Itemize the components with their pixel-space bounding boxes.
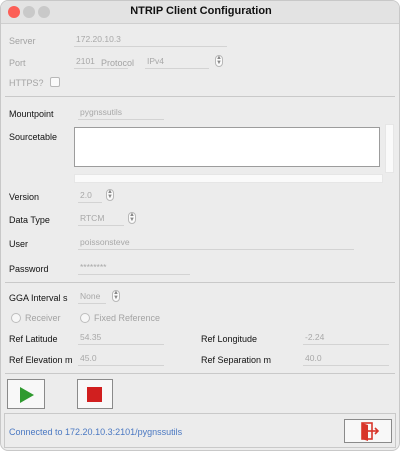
datatype-select[interactable]: RTCM: [78, 212, 124, 226]
separator: [5, 373, 395, 374]
gga-interval-label: GGA Interval s: [9, 293, 68, 303]
receiver-radio[interactable]: [11, 313, 21, 323]
ref-separation-label: Ref Separation m: [201, 355, 272, 365]
ref-separation-input[interactable]: 40.0: [303, 352, 389, 366]
user-input[interactable]: poissonsteve: [78, 236, 354, 250]
fixed-reference-radio-label: Fixed Reference: [94, 313, 161, 323]
ref-elevation-label: Ref Elevation m: [9, 355, 73, 365]
connect-button[interactable]: [7, 379, 45, 409]
gga-interval-select[interactable]: None: [78, 290, 106, 304]
password-label: Password: [9, 264, 49, 274]
ref-latitude-label: Ref Latitude: [9, 334, 58, 344]
datatype-spinner[interactable]: ▲ ▼: [128, 212, 136, 224]
gga-interval-spinner[interactable]: ▲ ▼: [112, 290, 120, 302]
sourcetable-label: Sourcetable: [9, 132, 58, 142]
mountpoint-input[interactable]: pygnssutils: [78, 106, 164, 120]
ref-longitude-label: Ref Longitude: [201, 334, 258, 344]
version-label: Version: [9, 192, 40, 202]
exit-icon: [361, 422, 380, 441]
port-label: Port: [9, 58, 26, 68]
protocol-select[interactable]: IPv4: [145, 55, 209, 69]
title-bar: NTRIP Client Configuration: [1, 1, 399, 24]
disconnect-button[interactable]: [77, 379, 113, 409]
version-spinner[interactable]: ▲ ▼: [106, 189, 114, 201]
exit-button[interactable]: [344, 419, 392, 443]
server-label: Server: [9, 36, 36, 46]
window-title: NTRIP Client Configuration: [130, 5, 272, 17]
https-checkbox[interactable]: [50, 77, 60, 87]
ref-latitude-input[interactable]: 54.35: [78, 331, 164, 345]
datatype-label: Data Type: [9, 215, 50, 225]
password-input[interactable]: ********: [78, 261, 190, 275]
play-icon: [20, 387, 34, 403]
stop-icon: [87, 387, 102, 402]
protocol-spinner[interactable]: ▲ ▼: [215, 55, 223, 67]
user-label: User: [9, 239, 29, 249]
https-label: HTTPS?: [9, 78, 44, 88]
version-select[interactable]: 2.0: [78, 189, 102, 203]
mountpoint-label: Mountpoint: [9, 109, 54, 119]
sourcetable-vertical-scrollbar[interactable]: [385, 124, 394, 173]
status-message: Connected to 172.20.10.3:2101/pygnssutil…: [9, 427, 183, 437]
server-input[interactable]: 172.20.10.3: [74, 33, 227, 47]
fixed-reference-radio[interactable]: [80, 313, 90, 323]
receiver-radio-label: Receiver: [25, 313, 61, 323]
ref-elevation-input[interactable]: 45.0: [78, 352, 164, 366]
sourcetable-horizontal-scrollbar[interactable]: [74, 174, 383, 183]
sourcetable-list[interactable]: [74, 127, 380, 167]
separator: [5, 282, 395, 283]
protocol-label: Protocol: [101, 58, 135, 68]
separator: [5, 96, 395, 97]
ref-longitude-input[interactable]: -2.24: [303, 331, 389, 345]
ntrip-config-window: NTRIP Client Configuration Server 172.20…: [0, 0, 400, 451]
